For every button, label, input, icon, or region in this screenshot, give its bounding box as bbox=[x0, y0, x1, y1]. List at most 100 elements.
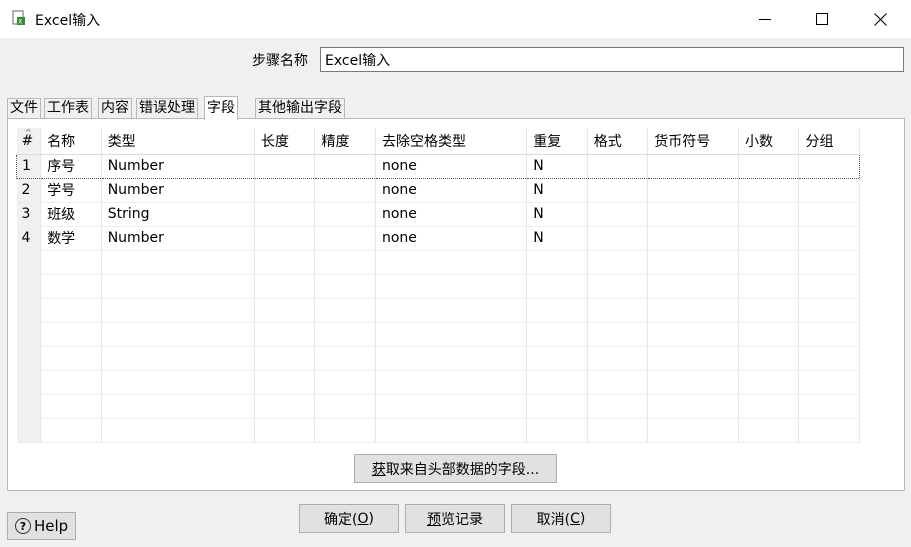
cell-repeat[interactable] bbox=[526, 274, 588, 299]
cell-format[interactable] bbox=[587, 178, 649, 203]
empty-table-row[interactable] bbox=[16, 274, 860, 299]
cell-trim-type[interactable] bbox=[375, 370, 528, 395]
cell-name[interactable] bbox=[40, 250, 102, 275]
cell-type[interactable] bbox=[101, 298, 255, 323]
cell-index[interactable]: 2 bbox=[16, 178, 42, 203]
cell-decimal[interactable] bbox=[738, 370, 800, 395]
tab-error-handling[interactable]: 错误处理 bbox=[136, 98, 198, 118]
cell-format[interactable] bbox=[587, 202, 649, 227]
cell-length[interactable] bbox=[254, 418, 316, 443]
cell-type[interactable] bbox=[101, 370, 255, 395]
cell-precision[interactable] bbox=[314, 274, 376, 299]
cell-repeat[interactable] bbox=[526, 322, 588, 347]
cell-currency[interactable] bbox=[647, 370, 739, 395]
cell-currency[interactable] bbox=[647, 346, 739, 371]
cell-name[interactable] bbox=[40, 394, 102, 419]
cell-name[interactable]: 数学 bbox=[40, 226, 102, 251]
cell-decimal[interactable] bbox=[738, 153, 800, 179]
cell-decimal[interactable] bbox=[738, 394, 800, 419]
cell-format[interactable] bbox=[587, 322, 649, 347]
cell-group[interactable] bbox=[798, 346, 860, 371]
cell-name[interactable]: 序号 bbox=[40, 153, 102, 179]
column-header-precision[interactable]: 精度 bbox=[314, 128, 376, 155]
cell-index[interactable]: 1 bbox=[15, 153, 42, 179]
cell-type[interactable] bbox=[101, 274, 255, 299]
cell-repeat[interactable] bbox=[526, 346, 588, 371]
cell-length[interactable] bbox=[254, 202, 316, 227]
cell-group[interactable] bbox=[798, 250, 860, 275]
cell-precision[interactable] bbox=[314, 153, 376, 179]
cell-repeat[interactable] bbox=[526, 298, 588, 323]
close-button[interactable] bbox=[851, 0, 909, 38]
cell-repeat[interactable]: N bbox=[526, 226, 588, 251]
cell-name[interactable]: 学号 bbox=[40, 178, 102, 203]
column-header-format[interactable]: 格式 bbox=[587, 128, 649, 155]
empty-table-row[interactable] bbox=[16, 394, 860, 419]
cell-group[interactable] bbox=[798, 418, 860, 443]
cell-repeat[interactable] bbox=[526, 418, 588, 443]
cell-group[interactable] bbox=[798, 322, 860, 347]
cell-repeat[interactable]: N bbox=[526, 153, 588, 179]
cell-format[interactable] bbox=[587, 370, 649, 395]
cell-length[interactable] bbox=[254, 178, 316, 203]
cell-repeat[interactable]: N bbox=[526, 202, 588, 227]
empty-table-row[interactable] bbox=[16, 346, 860, 371]
cell-index[interactable] bbox=[16, 250, 42, 275]
get-fields-from-header-button[interactable]: 获取来自头部数据的字段... bbox=[354, 454, 557, 483]
column-header-type[interactable]: 类型 bbox=[101, 128, 255, 155]
cell-length[interactable] bbox=[254, 153, 316, 179]
table-row[interactable]: 4 数学 Number none N bbox=[16, 226, 860, 251]
cell-format[interactable] bbox=[587, 418, 649, 443]
cell-format[interactable] bbox=[587, 250, 649, 275]
column-header-currency[interactable]: 货币符号 bbox=[647, 128, 739, 155]
preview-button[interactable]: 预览记录 bbox=[405, 504, 505, 533]
cell-currency[interactable] bbox=[647, 298, 739, 323]
cell-format[interactable] bbox=[587, 153, 649, 179]
cell-type[interactable]: String bbox=[101, 202, 255, 227]
cell-trim-type[interactable] bbox=[375, 418, 528, 443]
fields-table[interactable]: ^ # 名称 类型 长度 精度 去除空格类型 重复 格式 货币符号 小数 分组 … bbox=[15, 128, 860, 448]
tab-worksheet[interactable]: 工作表 bbox=[44, 98, 92, 118]
cell-trim-type[interactable]: none bbox=[375, 153, 528, 179]
cell-trim-type[interactable]: none bbox=[375, 178, 528, 203]
cell-type[interactable] bbox=[101, 394, 255, 419]
cell-format[interactable] bbox=[587, 298, 649, 323]
empty-table-row[interactable] bbox=[16, 418, 860, 443]
cell-index[interactable]: 3 bbox=[16, 202, 42, 227]
cell-precision[interactable] bbox=[314, 178, 376, 203]
cell-length[interactable] bbox=[254, 250, 316, 275]
cell-decimal[interactable] bbox=[738, 250, 800, 275]
cell-trim-type[interactable] bbox=[375, 346, 528, 371]
cell-precision[interactable] bbox=[314, 298, 376, 323]
tab-fields[interactable]: 字段 bbox=[204, 96, 238, 120]
cell-length[interactable] bbox=[254, 370, 316, 395]
cell-format[interactable] bbox=[587, 346, 649, 371]
cell-currency[interactable] bbox=[647, 226, 739, 251]
cell-format[interactable] bbox=[587, 274, 649, 299]
column-header-trim-type[interactable]: 去除空格类型 bbox=[375, 128, 528, 155]
cell-decimal[interactable] bbox=[738, 202, 800, 227]
cell-repeat[interactable] bbox=[526, 370, 588, 395]
cell-length[interactable] bbox=[254, 322, 316, 347]
cell-decimal[interactable] bbox=[738, 178, 800, 203]
cell-trim-type[interactable] bbox=[375, 298, 528, 323]
cell-trim-type[interactable] bbox=[375, 250, 528, 275]
cell-group[interactable] bbox=[798, 370, 860, 395]
cell-type[interactable] bbox=[101, 346, 255, 371]
empty-table-row[interactable] bbox=[16, 298, 860, 323]
cell-trim-type[interactable]: none bbox=[375, 202, 528, 227]
cell-precision[interactable] bbox=[314, 322, 376, 347]
cell-name[interactable] bbox=[40, 418, 102, 443]
cell-currency[interactable] bbox=[647, 418, 739, 443]
cell-currency[interactable] bbox=[647, 322, 739, 347]
cell-type[interactable]: Number bbox=[101, 178, 255, 203]
cell-currency[interactable] bbox=[647, 250, 739, 275]
cell-index[interactable]: 4 bbox=[16, 226, 42, 251]
empty-table-row[interactable] bbox=[16, 250, 860, 275]
column-header-name[interactable]: 名称 bbox=[40, 128, 102, 155]
cell-type[interactable]: Number bbox=[101, 153, 255, 179]
cancel-button[interactable]: 取消(C) bbox=[511, 504, 611, 533]
cell-format[interactable] bbox=[587, 394, 649, 419]
cell-trim-type[interactable]: none bbox=[375, 226, 528, 251]
cell-precision[interactable] bbox=[314, 370, 376, 395]
